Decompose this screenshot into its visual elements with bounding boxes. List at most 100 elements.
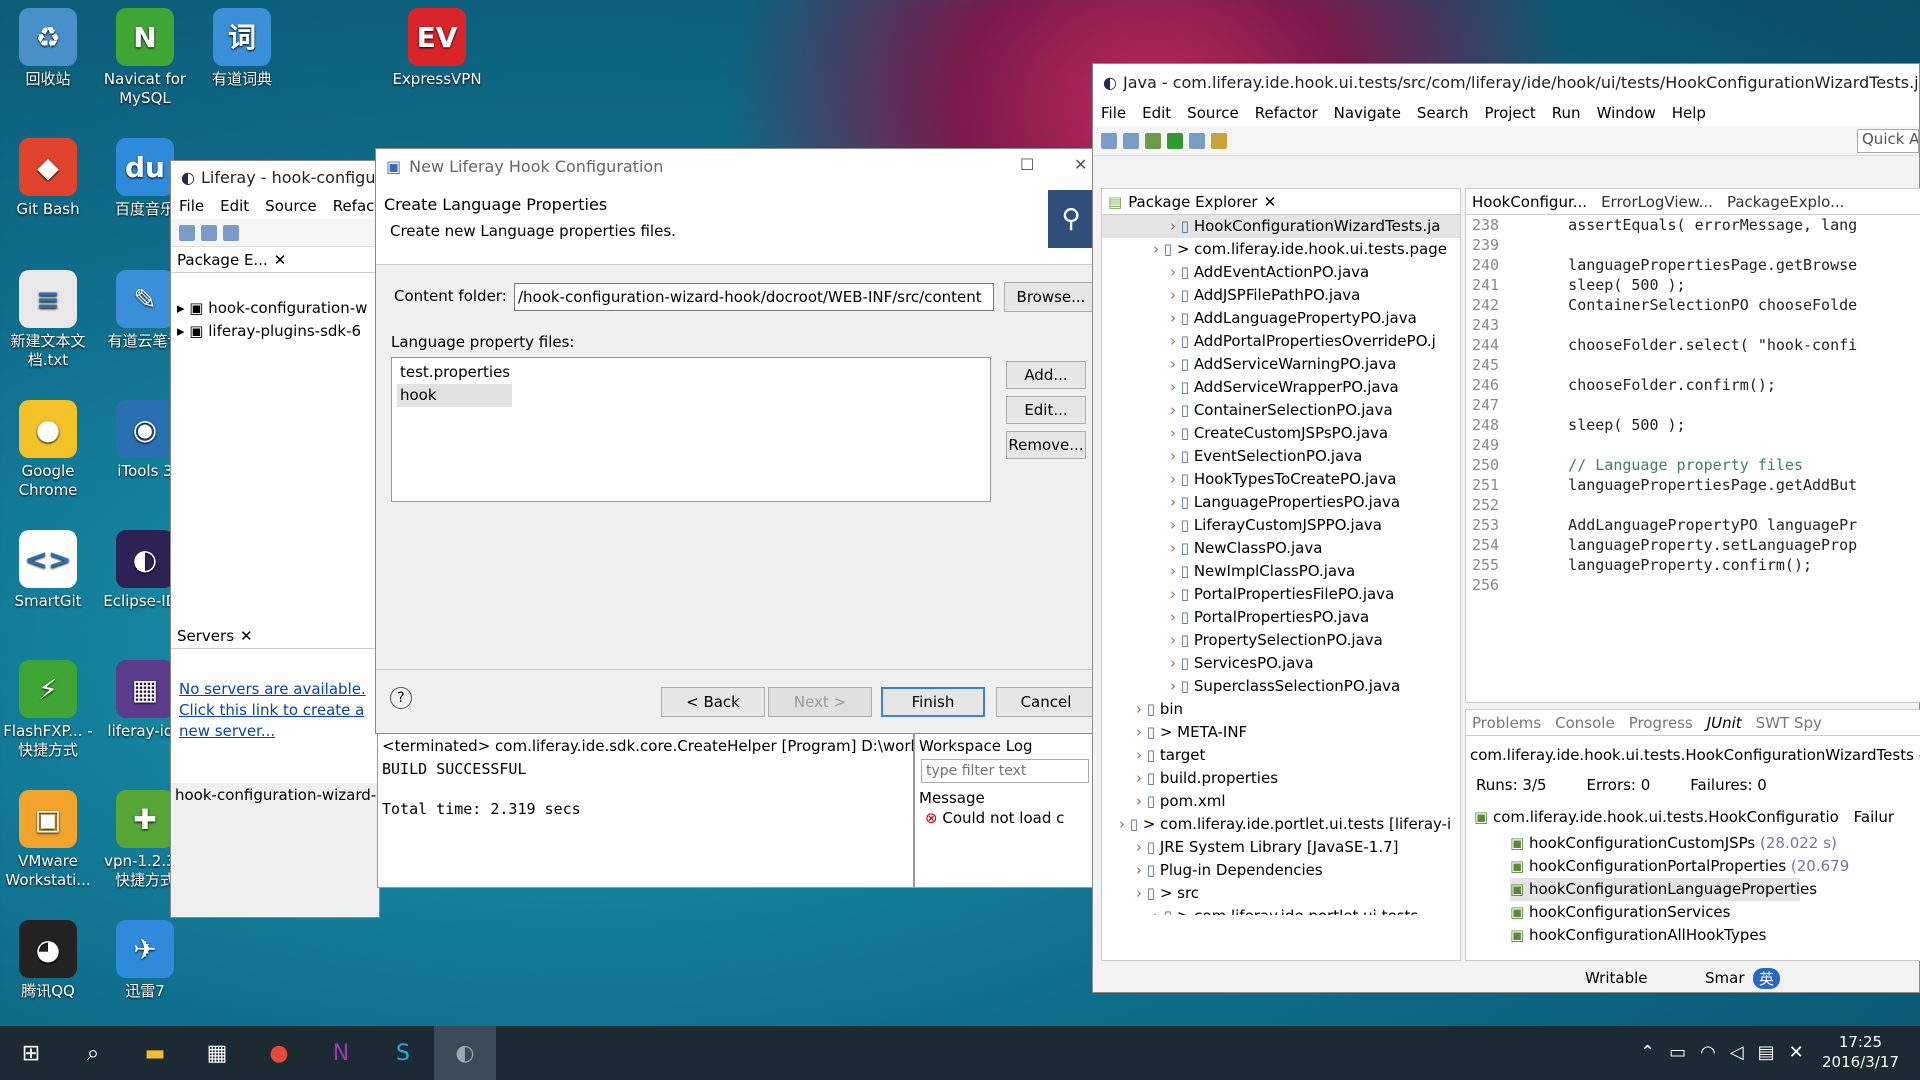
language-file-item[interactable]: test.properties xyxy=(397,361,985,384)
tree-item[interactable]: › ▯ Plug-in Dependencies xyxy=(1102,859,1460,882)
tree-item[interactable]: › ▯ EventSelectionPO.java xyxy=(1102,445,1460,468)
servers-tab[interactable]: Servers ✕ xyxy=(171,623,379,649)
menu-item[interactable]: Source xyxy=(257,197,325,215)
expand-icon[interactable]: › xyxy=(1170,654,1181,672)
run-icon[interactable] xyxy=(1167,132,1183,149)
new-icon[interactable] xyxy=(179,224,195,241)
tree-item[interactable]: › ▯ AddPortalPropertiesOverridePO.j xyxy=(1102,330,1460,353)
expand-icon[interactable]: › xyxy=(1170,309,1181,327)
expand-icon[interactable]: › xyxy=(1170,263,1181,281)
expand-icon[interactable]: › xyxy=(1170,355,1181,373)
store-icon[interactable]: ▦ xyxy=(186,1026,248,1080)
close-button[interactable]: ✕ xyxy=(1074,155,1087,174)
expand-icon[interactable]: › xyxy=(1170,516,1181,534)
edit-button[interactable]: Edit... xyxy=(1006,396,1086,424)
menu-item[interactable]: Run xyxy=(1544,104,1589,122)
junit-test[interactable]: ▣ hookConfigurationLanguageProperties xyxy=(1510,878,1817,901)
content-folder-input[interactable] xyxy=(514,283,994,311)
tree-item[interactable]: › ▯ PropertySelectionPO.java xyxy=(1102,629,1460,652)
junit-test[interactable]: ▣ hookConfigurationAllHookTypes xyxy=(1510,924,1920,947)
tree-item[interactable]: › ▯ NewImplClassPO.java xyxy=(1102,560,1460,583)
menu-item[interactable]: Project xyxy=(1476,104,1543,122)
finish-button[interactable]: Finish xyxy=(881,687,985,717)
language-files-list[interactable]: test.properties hook xyxy=(391,357,991,502)
tree-item[interactable]: › ▯ AddLanguagePropertyPO.java xyxy=(1102,307,1460,330)
add-button[interactable]: Add... xyxy=(1006,361,1086,389)
desktop-icon[interactable]: N Navicat for MySQL xyxy=(97,8,193,108)
tree-item[interactable]: › ▯ > com.liferay.ide.hook.ui.tests.page xyxy=(1102,238,1460,261)
desktop-icon[interactable]: ● Google Chrome xyxy=(0,400,96,500)
tree-item[interactable]: › ▯ target xyxy=(1102,744,1460,767)
tree-item[interactable]: › ▯ AddServiceWarningPO.java xyxy=(1102,353,1460,376)
tree-item[interactable]: › ▯ AddEventActionPO.java xyxy=(1102,261,1460,284)
remove-button[interactable]: Remove... xyxy=(1006,431,1086,459)
menu-item[interactable]: Window xyxy=(1589,104,1664,122)
expand-icon[interactable]: › xyxy=(1170,631,1181,649)
junit-test[interactable]: ▣ hookConfigurationPortalProperties (20.… xyxy=(1510,855,1920,878)
junit-root[interactable]: ▣ com.liferay.ide.hook.ui.tests.HookConf… xyxy=(1466,802,1920,832)
tree-item[interactable]: › ▯ JRE System Library [JavaSE-1.7] xyxy=(1102,836,1460,859)
open-type-icon[interactable] xyxy=(1211,132,1227,149)
chrome-icon[interactable]: ● xyxy=(248,1026,310,1080)
junit-test[interactable]: ▣ hookConfigurationCustomJSPs (28.022 s) xyxy=(1510,832,1920,855)
desktop-icon[interactable]: ✈ 迅雷7 xyxy=(97,920,193,1001)
desktop-icon[interactable]: EV ExpressVPN xyxy=(389,8,485,89)
language-file-item[interactable]: hook xyxy=(397,384,512,407)
print-icon[interactable] xyxy=(223,224,239,241)
expand-icon[interactable]: › xyxy=(1170,562,1181,580)
tree-item[interactable]: › ▯ HookTypesToCreatePO.java xyxy=(1102,468,1460,491)
tree-item[interactable]: › ▯ bin xyxy=(1102,698,1460,721)
desktop-icon[interactable]: 词有道词典 xyxy=(194,8,290,89)
tree-item[interactable]: › ▯ PortalPropertiesPO.java xyxy=(1102,606,1460,629)
search-icon[interactable]: ⌕ xyxy=(62,1026,124,1080)
tree-item[interactable]: › ▯ LanguagePropertiesPO.java xyxy=(1102,491,1460,514)
tree-item[interactable]: › ▯ > META-INF xyxy=(1102,721,1460,744)
expand-icon[interactable]: › xyxy=(1170,378,1181,396)
expand-icon[interactable]: › xyxy=(1136,746,1147,764)
menu-item[interactable]: Edit xyxy=(1134,104,1179,122)
save-icon[interactable] xyxy=(1123,132,1139,149)
eclipse-taskbar-icon[interactable]: ◐ xyxy=(434,1026,496,1080)
expand-icon[interactable]: › xyxy=(1170,424,1181,442)
expand-icon[interactable]: › xyxy=(1170,332,1181,350)
expand-icon[interactable]: › xyxy=(1136,700,1147,718)
bottom-tab[interactable]: JUnit xyxy=(1707,714,1742,732)
cancel-button[interactable]: Cancel xyxy=(996,687,1096,717)
maximize-button[interactable]: ☐ xyxy=(1020,155,1034,174)
tree-item[interactable]: › ▯ > com.liferay.ide.portlet.ui.tests [… xyxy=(1102,813,1460,836)
dialog-titlebar[interactable]: ▣ New Liferay Hook Configuration ☐ ✕ xyxy=(376,149,1094,183)
expand-icon[interactable]: › xyxy=(1170,286,1181,304)
expand-icon[interactable]: › xyxy=(1170,217,1181,235)
menu-item[interactable]: Help xyxy=(1664,104,1714,122)
expand-icon[interactable]: › xyxy=(1136,769,1147,787)
tree-item[interactable]: ▸ ▣ hook-configuration-w xyxy=(171,297,379,320)
back-button[interactable]: < Back xyxy=(661,687,765,717)
close-icon[interactable]: ✕ xyxy=(1264,193,1277,211)
tree-item[interactable]: › ▯ PortalPropertiesFilePO.java xyxy=(1102,583,1460,606)
code-editor[interactable]: 238 assertEquals( errorMessage, lang 239 2… xyxy=(1466,215,1920,595)
editor-tab[interactable]: PackageExplo... xyxy=(1727,193,1844,211)
search-icon[interactable] xyxy=(1189,132,1205,149)
java-eclipse-window[interactable]: ◐ Java - com.liferay.ide.hook.ui.tests/sr… xyxy=(1092,63,1920,993)
menu-item[interactable]: File xyxy=(171,197,212,215)
next-button[interactable]: Next > xyxy=(768,687,872,717)
liferay-package-explorer-tab[interactable]: Package E... ✕ xyxy=(171,247,379,273)
clock[interactable]: 17:25 2016/3/17 xyxy=(1822,1032,1899,1072)
log-row[interactable]: ⊗ Could not load c xyxy=(915,809,1093,827)
expand-icon[interactable]: › xyxy=(1170,470,1181,488)
liferay-titlebar[interactable]: ◐ Liferay - hook-configura xyxy=(171,161,379,193)
junit-test[interactable]: ▣ hookConfigurationServices xyxy=(1510,901,1920,924)
save-icon[interactable] xyxy=(201,224,217,241)
bottom-tab[interactable]: Progress xyxy=(1629,714,1693,732)
expand-icon[interactable]: › xyxy=(1136,884,1147,902)
new-icon[interactable] xyxy=(1101,132,1117,149)
tree-item[interactable]: › ▯ > com.liferay.ide.portlet.ui.tests xyxy=(1102,905,1460,915)
bottom-tab[interactable]: Console xyxy=(1555,714,1615,732)
menu-item[interactable]: Source xyxy=(1179,104,1247,122)
expand-icon[interactable]: › xyxy=(1153,907,1164,915)
tree-item[interactable]: › ▯ NewClassPO.java xyxy=(1102,537,1460,560)
file-explorer-icon[interactable]: ▬ xyxy=(124,1026,186,1080)
expand-icon[interactable]: › xyxy=(1119,815,1130,833)
editor-tab[interactable]: ErrorLogView... xyxy=(1601,193,1713,211)
skype-icon[interactable]: S xyxy=(372,1026,434,1080)
